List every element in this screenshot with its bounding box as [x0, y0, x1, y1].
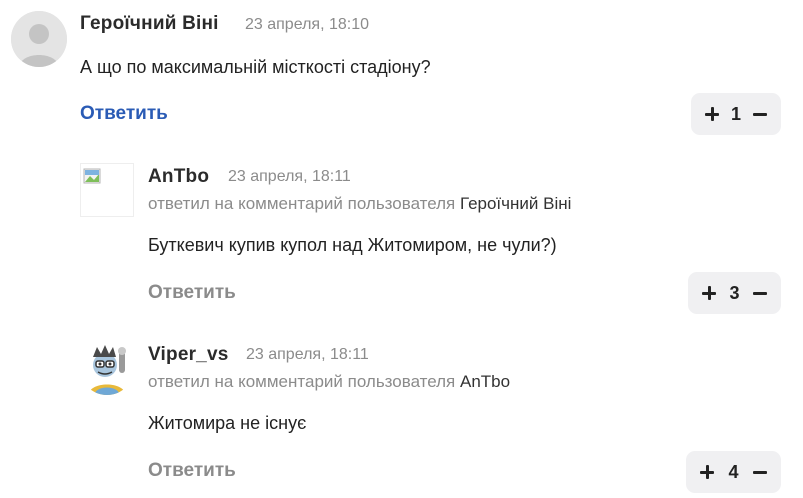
comment-author[interactable]: Viper_vs [148, 344, 228, 366]
comment-author[interactable]: AnTbo [148, 166, 209, 188]
comment-text: Буткевич купив купол над Житомиром, не ч… [148, 235, 557, 255]
comment: AnTbo 23 апреля, 18:11 ответил на коммен… [0, 150, 803, 330]
comment: Героїчний Віні 23 апреля, 18:10 А що по … [0, 0, 803, 150]
plus-icon[interactable] [703, 105, 721, 123]
plus-icon[interactable] [700, 284, 718, 302]
plus-icon[interactable] [698, 463, 716, 481]
broken-image-icon[interactable] [80, 163, 134, 217]
default-avatar-icon[interactable] [11, 11, 67, 67]
vote-count: 3 [729, 282, 740, 303]
reply-button[interactable]: Ответить [148, 282, 236, 304]
comment-author[interactable]: Героїчний Віні [80, 13, 219, 35]
vote-count: 1 [730, 103, 741, 124]
reply-to-user[interactable]: Героїчний Віні [460, 194, 571, 213]
comment: Viper_vs 23 апреля, 18:11 ответил на ком… [0, 330, 803, 498]
comment-time: 23 апреля, 18:11 [246, 346, 369, 363]
vote-count: 4 [728, 461, 739, 482]
reply-to-line: ответил на комментарий пользователя Геро… [148, 194, 571, 214]
reply-to-prefix: ответил на комментарий пользователя [148, 372, 456, 391]
reply-to-line: ответил на комментарий пользователя AnTb… [148, 372, 510, 392]
vote-control: 4 [686, 451, 781, 493]
reply-to-prefix: ответил на комментарий пользователя [148, 194, 456, 213]
vote-control: 3 [688, 272, 781, 314]
reply-button[interactable]: Ответить [80, 103, 168, 125]
comment-text: А що по максимальній місткості стадіону? [80, 57, 431, 77]
minus-icon[interactable] [751, 105, 769, 123]
minus-icon[interactable] [751, 284, 769, 302]
comment-time: 23 апреля, 18:10 [245, 16, 369, 33]
cartoon-avatar-icon[interactable] [80, 341, 134, 395]
reply-button[interactable]: Ответить [148, 460, 236, 482]
comment-text: Житомира не існує [148, 413, 307, 433]
vote-control: 1 [691, 93, 781, 135]
minus-icon[interactable] [751, 463, 769, 481]
comment-time: 23 апреля, 18:11 [228, 168, 351, 185]
reply-to-user[interactable]: AnTbo [460, 372, 510, 391]
